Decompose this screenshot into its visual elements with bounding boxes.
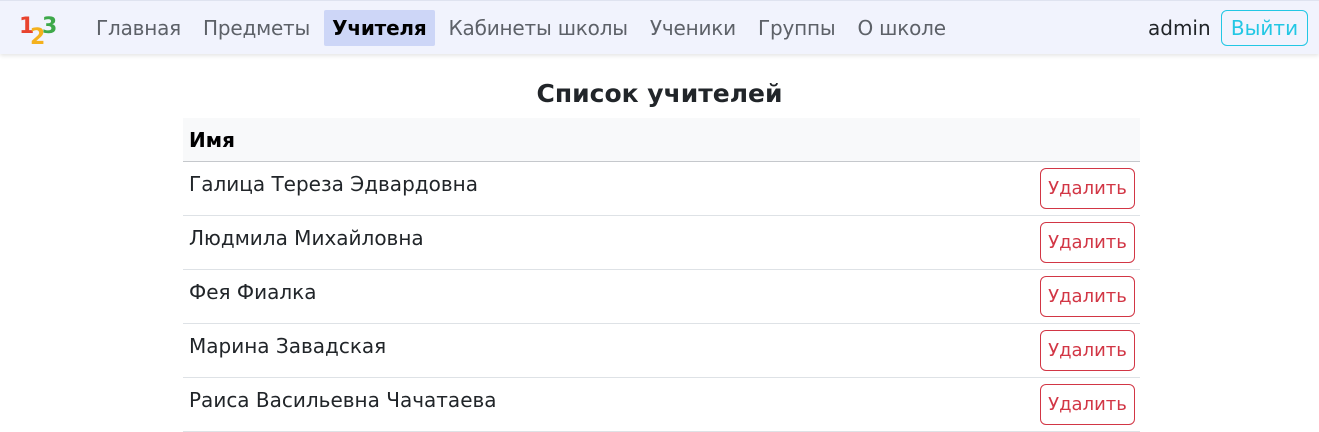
delete-button[interactable]: Удалить	[1040, 330, 1135, 371]
page-title: Список учителей	[536, 79, 783, 108]
delete-button[interactable]: Удалить	[1040, 276, 1135, 317]
teacher-name: Галица Тереза Эдвардовна	[189, 172, 478, 196]
svg-text:3: 3	[42, 14, 57, 39]
current-user-name: admin	[1148, 16, 1211, 40]
table-row: Марина Завадская Удалить	[183, 324, 1140, 378]
logout-button[interactable]: Выйти	[1221, 10, 1308, 46]
nav-item-students[interactable]: Ученики	[642, 10, 744, 46]
nav-item-groups[interactable]: Группы	[750, 10, 843, 46]
table-row: Фея Фиалка Удалить	[183, 270, 1140, 324]
column-header-name: Имя	[189, 128, 235, 152]
teacher-name: Фея Фиалка	[189, 280, 317, 304]
nav-item-classrooms[interactable]: Кабинеты школы	[441, 10, 636, 46]
table-header-row: Имя	[183, 118, 1140, 162]
nav-item-about[interactable]: О школе	[849, 10, 953, 46]
delete-button[interactable]: Удалить	[1040, 222, 1135, 263]
delete-button[interactable]: Удалить	[1040, 168, 1135, 209]
navbar: 1 2 3 Главная Предметы Учителя Кабинеты …	[0, 0, 1319, 54]
teacher-name: Марина Завадская	[189, 334, 387, 358]
main-nav: Главная Предметы Учителя Кабинеты школы …	[88, 10, 960, 46]
teacher-name: Раиса Васильевна Чачатаева	[189, 388, 497, 412]
teacher-name: Людмила Михайловна	[189, 226, 424, 250]
table-row: Раиса Васильевна Чачатаева Удалить	[183, 378, 1140, 432]
nav-item-subjects[interactable]: Предметы	[195, 10, 318, 46]
table-row: Людмила Михайловна Удалить	[183, 216, 1140, 270]
teachers-table: Имя Галица Тереза Эдвардовна Удалить Люд…	[183, 118, 1140, 432]
table-row: Галица Тереза Эдвардовна Удалить	[183, 162, 1140, 216]
delete-button[interactable]: Удалить	[1040, 384, 1135, 425]
nav-item-home[interactable]: Главная	[88, 10, 189, 46]
nav-item-teachers[interactable]: Учителя	[324, 10, 435, 46]
numbers-123-logo-icon[interactable]: 1 2 3	[17, 11, 61, 47]
